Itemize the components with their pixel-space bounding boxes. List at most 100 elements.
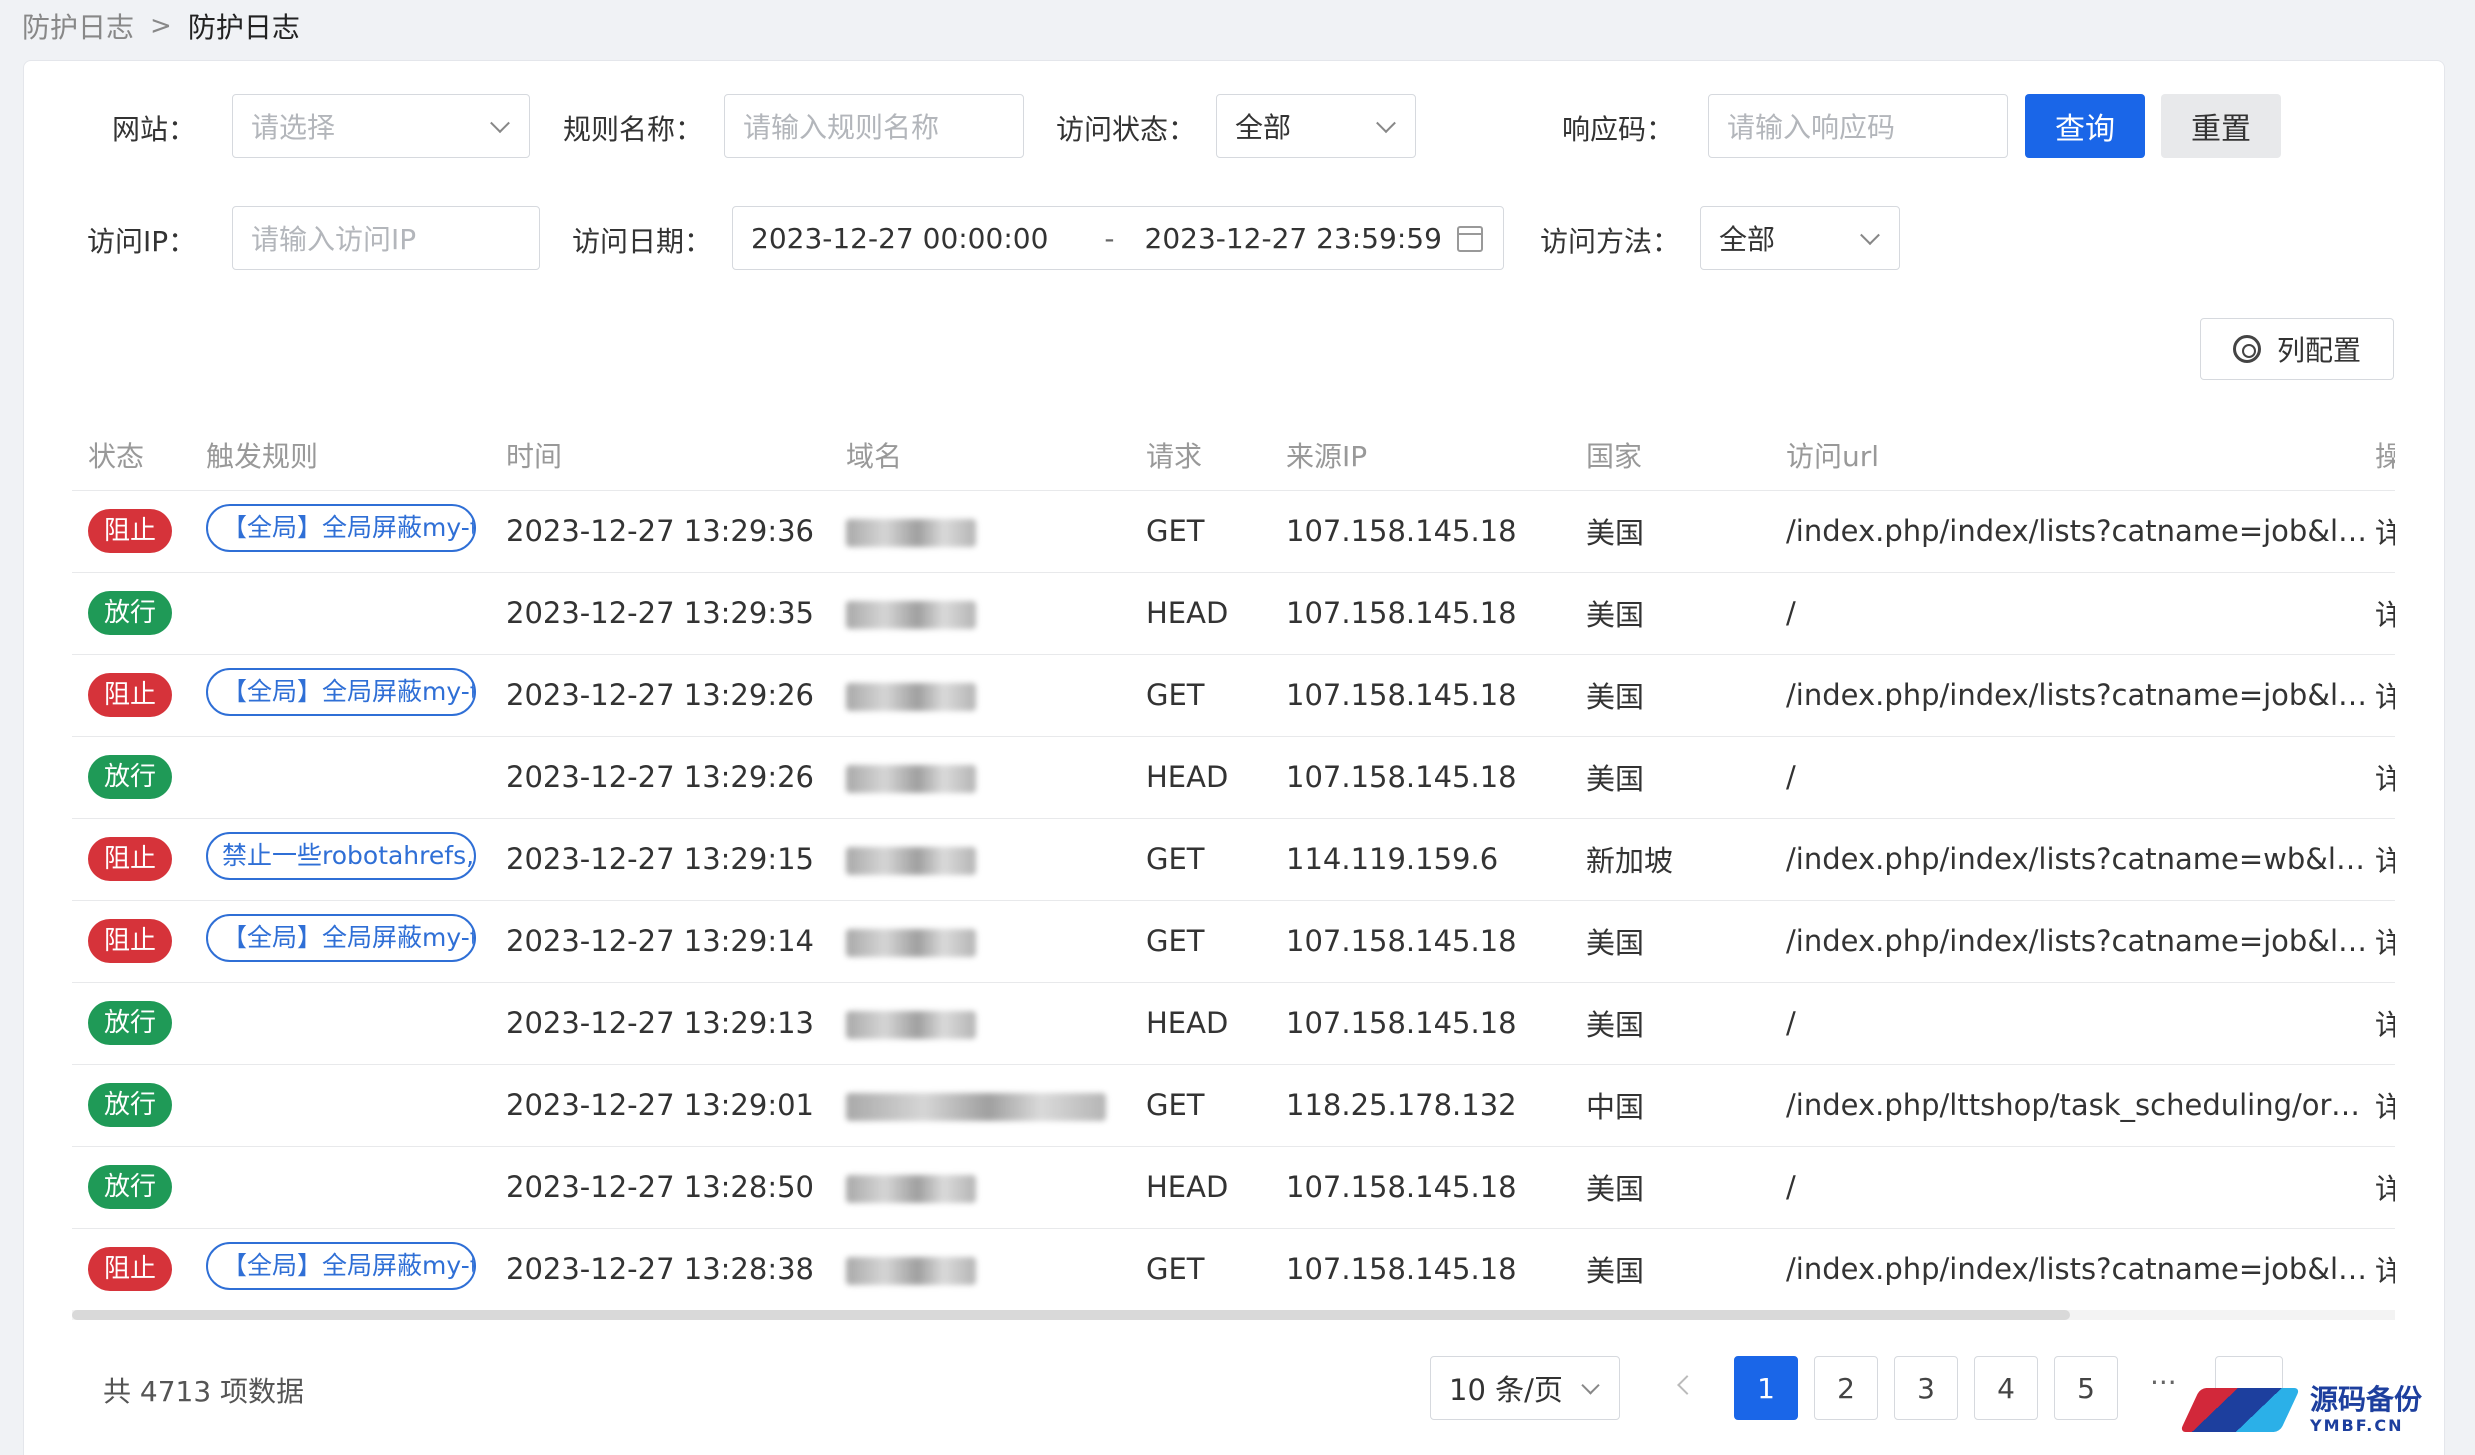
detail-link[interactable]: 详 [2375,736,2395,819]
access-ip-input[interactable]: 请输入访问IP [232,206,540,270]
response-code-placeholder: 请输入响应码 [1727,111,1896,144]
status-cell: 放行 [72,982,190,1065]
domain-cell [830,982,1130,1065]
detail-link[interactable]: 详 [2375,1146,2395,1229]
method-cell: GET [1130,654,1270,737]
rule-name-input[interactable]: 请输入规则名称 [724,94,1024,158]
blurred-domain [846,683,976,711]
ip-cell: 114.119.159.6 [1270,818,1570,901]
country-cell: 新加坡 [1570,818,1770,901]
rule-tag[interactable]: 【全局】全局屏蔽my-ti [206,667,476,716]
page-button-1[interactable]: 1 [1734,1356,1798,1420]
rule-tag[interactable]: 【全局】全局屏蔽my-ti [206,503,476,552]
access-status-value: 全部 [1235,111,1292,144]
url-cell: /index.php/index/lists?catname=job&la... [1770,900,2375,983]
ip-cell: 107.158.145.18 [1270,900,1570,983]
country-cell: 中国 [1570,1064,1770,1147]
time-cell: 2023-12-27 13:29:13 [490,982,830,1065]
blurred-domain [846,1011,976,1039]
site-label: 网站： [112,113,197,146]
status-cell: 阻止 [72,1228,190,1311]
site-select[interactable]: 请选择 [232,94,530,158]
table-row: 放行 2023-12-27 13:29:35 HEAD 107.158.145.18 美… [72,572,2395,655]
method-cell: HEAD [1130,982,1270,1065]
query-button[interactable]: 查询 [2025,94,2145,158]
calendar-icon[interactable] [1457,226,1483,252]
domain-cell [830,818,1130,901]
rule-tag[interactable]: 禁止一些robotahrefs, [206,831,476,880]
reset-button[interactable]: 重置 [2161,94,2281,158]
rule-cell: 【全局】全局屏蔽my-ti [190,654,490,737]
horizontal-scrollbar-thumb[interactable] [72,1310,2070,1320]
url-cell: / [1770,1146,2375,1229]
detail-link[interactable]: 详 [2375,1228,2395,1311]
country-cell: 美国 [1570,654,1770,737]
blurred-domain [846,519,976,547]
table-row: 阻止 【全局】全局屏蔽my-ti 2023-12-27 13:29:14 GET 107… [72,900,2395,983]
page-button-3[interactable]: 3 [1894,1356,1958,1420]
time-cell: 2023-12-27 13:29:01 [490,1064,830,1147]
page-size-select[interactable]: 10 条/页 [1430,1356,1620,1420]
method-cell: GET [1130,490,1270,573]
ip-cell: 107.158.145.18 [1270,490,1570,573]
method-cell: GET [1130,818,1270,901]
site-select-placeholder: 请选择 [251,111,336,144]
detail-link[interactable]: 详 [2375,818,2395,901]
access-status-select[interactable]: 全部 [1216,94,1416,158]
ip-cell: 107.158.145.18 [1270,572,1570,655]
method-cell: HEAD [1130,572,1270,655]
breadcrumb-parent[interactable]: 防护日志 [22,6,134,46]
access-method-select[interactable]: 全部 [1700,206,1900,270]
detail-link[interactable]: 详 [2375,900,2395,983]
rule-cell [190,736,490,819]
status-cell: 阻止 [72,818,190,901]
page-ellipsis[interactable]: ··· [2150,1366,2177,1399]
rule-tag[interactable]: 【全局】全局屏蔽my-ti [206,1241,476,1290]
date-start[interactable]: 2023-12-27 00:00:00 [751,222,1048,255]
time-cell: 2023-12-27 13:29:36 [490,490,830,573]
ip-cell: 107.158.145.18 [1270,982,1570,1065]
status-badge: 放行 [88,755,172,799]
total-count: 共 4713 项数据 [103,1375,305,1408]
page-button-5[interactable]: 5 [2054,1356,2118,1420]
detail-link[interactable]: 详 [2375,490,2395,573]
blurred-domain [846,847,976,875]
column-header: 请求 [1130,420,1270,491]
date-end[interactable]: 2023-12-27 23:59:59 [1145,222,1442,255]
detail-link[interactable]: 详 [2375,982,2395,1065]
page-button-2[interactable]: 2 [1814,1356,1878,1420]
column-header: 触发规则 [190,420,490,491]
response-code-input[interactable]: 请输入响应码 [1708,94,2008,158]
detail-link[interactable]: 详 [2375,572,2395,655]
detail-link[interactable]: 详 [2375,654,2395,737]
url-cell: / [1770,736,2375,819]
rule-cell [190,572,490,655]
watermark-sub: YMBF.CN [2310,1416,2404,1435]
access-date-range[interactable]: 2023-12-27 00:00:00 - 2023-12-27 23:59:5… [732,206,1504,270]
status-cell: 放行 [72,736,190,819]
blurred-domain [846,1175,976,1203]
status-badge: 阻止 [88,837,172,881]
method-cell: GET [1130,1228,1270,1311]
ip-cell: 107.158.145.18 [1270,1228,1570,1311]
domain-cell [830,900,1130,983]
column-header: 域名 [830,420,1130,491]
status-badge: 放行 [88,1083,172,1127]
domain-cell [830,654,1130,737]
date-range-separator: - [1104,221,1115,255]
ip-cell: 118.25.178.132 [1270,1064,1570,1147]
detail-link[interactable]: 详 [2375,1064,2395,1147]
rule-tag[interactable]: 【全局】全局屏蔽my-ti [206,913,476,962]
domain-cell [830,490,1130,573]
status-badge: 阻止 [88,1247,172,1291]
rule-cell: 禁止一些robotahrefs, [190,818,490,901]
blurred-domain [846,765,976,793]
column-config-button[interactable]: 列配置 [2200,318,2394,380]
url-cell: /index.php/index/lists?catname=job&la... [1770,654,2375,737]
country-cell: 美国 [1570,736,1770,819]
chevron-down-icon [490,113,510,134]
country-cell: 美国 [1570,1228,1770,1311]
country-cell: 美国 [1570,1146,1770,1229]
page-button-4[interactable]: 4 [1974,1356,2038,1420]
column-header: 国家 [1570,420,1770,491]
